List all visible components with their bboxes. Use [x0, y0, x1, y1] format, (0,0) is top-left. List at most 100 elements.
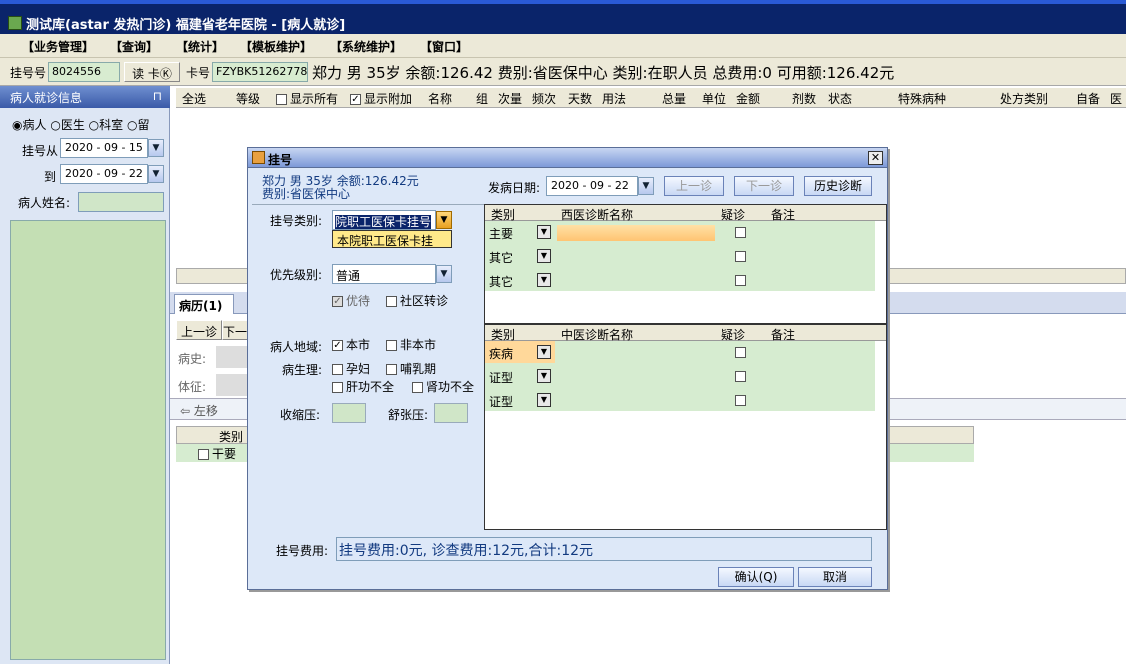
dialog-patient-line2: 费别:省医保中心 — [262, 187, 351, 201]
chevron-down-icon[interactable]: ▼ — [537, 345, 551, 359]
tcm-row-disease: 疾病 — [489, 347, 514, 361]
liver-checkbox[interactable]: 肝功不全 — [332, 378, 394, 395]
view-radio-group: ◉病人 ○医生 ○科室 ○留 — [12, 116, 149, 133]
show-extra-label: 显示附加 — [364, 92, 413, 106]
reg-from-date[interactable]: 2020 - 09 - 15 — [60, 138, 148, 158]
left-panel-header: 病人就诊信息 ⊓ — [0, 86, 170, 108]
reg-type-option[interactable]: 本院职工医保卡挂 — [332, 230, 452, 248]
sign-field[interactable] — [216, 374, 248, 396]
history-label: 病史: — [178, 352, 207, 366]
radio-doctor[interactable]: ○ — [50, 118, 60, 132]
systolic-input[interactable] — [332, 403, 366, 423]
patient-list[interactable] — [10, 220, 166, 660]
patient-name-input[interactable] — [78, 192, 164, 212]
col-total: 总量 — [662, 92, 687, 106]
fee-label: 挂号费用: — [276, 544, 329, 558]
read-card-button[interactable]: 读 卡Ⓚ — [124, 62, 180, 82]
chevron-down-icon[interactable]: ▼ — [537, 249, 551, 263]
preferential-checkbox[interactable]: ✓ 优待 — [332, 292, 370, 309]
cancel-button[interactable]: 取消 — [798, 567, 872, 587]
next-diag-button[interactable]: 下一诊 — [734, 176, 794, 196]
show-extra-checkbox[interactable]: ✓ 显示附加 — [350, 90, 412, 107]
western-diagnosis-grid: 类别 西医诊断名称 疑诊 备注 主要 ▼ 其它 ▼ 其它 ▼ — [484, 204, 887, 324]
radio-doctor-label: 医生 — [60, 118, 85, 132]
col-level: 等级 — [236, 92, 261, 106]
col-status: 状态 — [828, 92, 853, 106]
radio-stay[interactable]: ○ — [127, 118, 137, 132]
chevron-down-icon[interactable]: ▼ — [537, 225, 551, 239]
card-no-field[interactable]: FZYBK51262778 — [212, 62, 308, 82]
tab-medical-record-label: 病历 — [179, 299, 204, 313]
dialog-icon — [252, 151, 265, 164]
physio-label: 病生理: — [282, 363, 323, 377]
onset-label: 发病日期: — [488, 181, 541, 195]
western-suspect-checkbox[interactable] — [735, 275, 746, 286]
col-prescription-type: 处方类别 — [1000, 92, 1049, 106]
col-usage: 用法 — [602, 92, 627, 106]
radio-dept-label: 科室 — [99, 118, 124, 132]
community-checkbox[interactable]: 社区转诊 — [386, 292, 448, 309]
menu-bar: 【业务管理】 【查询】 【统计】 【模板维护】 【系统维护】 【窗口】 — [0, 34, 1126, 58]
tab-medical-record[interactable]: 病历(1) — [174, 294, 234, 314]
col-group: 组 — [476, 92, 489, 106]
lactation-checkbox[interactable]: 哺乳期 — [386, 360, 436, 377]
confirm-button[interactable]: 确认(Q) — [718, 567, 794, 587]
western-suspect-checkbox[interactable] — [735, 227, 746, 238]
tcm-suspect-checkbox[interactable] — [735, 347, 746, 358]
diastolic-input[interactable] — [434, 403, 468, 423]
menu-template[interactable]: 【模板维护】 — [240, 38, 312, 55]
chevron-down-icon[interactable]: ▼ — [537, 369, 551, 383]
western-suspect-checkbox[interactable] — [735, 251, 746, 262]
chevron-down-icon[interactable]: ▼ — [436, 265, 452, 283]
menu-business[interactable]: 【业务管理】 — [22, 38, 94, 55]
show-all-label: 显示所有 — [290, 92, 339, 106]
pregnant-checkbox[interactable]: 孕妇 — [332, 360, 370, 377]
chevron-down-icon[interactable]: ▼ — [436, 211, 452, 229]
col-days: 天数 — [568, 92, 593, 106]
chevron-down-icon[interactable]: ▼ — [148, 165, 164, 183]
radio-dept[interactable]: ○ — [89, 118, 99, 132]
chevron-down-icon[interactable]: ▼ — [148, 139, 164, 157]
onset-date[interactable]: 2020 - 09 - 22 — [546, 176, 638, 196]
tcm-suspect-checkbox[interactable] — [735, 371, 746, 382]
col-dose: 次量 — [498, 92, 523, 106]
menu-window[interactable]: 【窗口】 — [420, 38, 468, 55]
chevron-down-icon[interactable]: ▼ — [537, 273, 551, 287]
reg-to-date[interactable]: 2020 - 09 - 22 — [60, 164, 148, 184]
region-label: 病人地域: — [270, 340, 323, 354]
pin-icon[interactable]: ⊓ — [153, 89, 162, 103]
select-all[interactable]: 全选 — [182, 90, 206, 107]
history-diag-button[interactable]: 历史诊断 — [804, 176, 872, 196]
radio-patient[interactable]: ◉ — [12, 118, 22, 132]
priority-select[interactable]: 普通 — [332, 264, 436, 284]
tcm-suspect-checkbox[interactable] — [735, 395, 746, 406]
kidney-checkbox[interactable]: 肾功不全 — [412, 378, 474, 395]
chevron-down-icon[interactable]: ▼ — [537, 393, 551, 407]
reg-type-select[interactable]: 院职工医保卡挂号 — [332, 210, 436, 230]
menu-query[interactable]: 【查询】 — [110, 38, 158, 55]
move-left-button[interactable]: ⇦ 左移 — [180, 402, 218, 419]
chevron-down-icon[interactable]: ▼ — [638, 177, 654, 195]
col-special-disease: 特殊病种 — [898, 92, 947, 106]
menu-stats[interactable]: 【统计】 — [176, 38, 224, 55]
history-field[interactable] — [216, 346, 248, 368]
reg-to-label: 到 — [44, 170, 57, 184]
local-checkbox[interactable]: ✓ 本市 — [332, 336, 370, 353]
sign-label: 体征: — [178, 380, 207, 394]
show-all-checkbox[interactable]: 显示所有 — [276, 90, 338, 107]
western-main-name-cell[interactable] — [557, 225, 715, 241]
nonlocal-checkbox[interactable]: 非本市 — [386, 336, 436, 353]
tcm-grid-header: 类别 中医诊断名称 疑诊 备注 — [485, 325, 886, 342]
tcm-row-syndrome: 证型 — [489, 395, 514, 409]
card-no-label: 卡号 — [186, 66, 211, 80]
prev-visit-button[interactable]: 上一诊 — [176, 320, 222, 340]
left-panel: 病人就诊信息 ⊓ ◉病人 ○医生 ○科室 ○留 挂号从 2020 - 09 - … — [0, 86, 170, 664]
menu-system[interactable]: 【系统维护】 — [330, 38, 402, 55]
close-icon[interactable]: ✕ — [868, 151, 883, 165]
dialog-title-bar: 挂号 ✕ — [248, 148, 887, 168]
radio-stay-label: 留 — [137, 118, 150, 132]
prev-diag-button[interactable]: 上一诊 — [664, 176, 724, 196]
reg-no-field[interactable]: 8024556 — [48, 62, 120, 82]
next-visit-button[interactable]: 下一 — [222, 320, 248, 340]
window-title: 测试库(astar 发热门诊) 福建省老年医院 - [病人就诊] — [26, 18, 346, 33]
